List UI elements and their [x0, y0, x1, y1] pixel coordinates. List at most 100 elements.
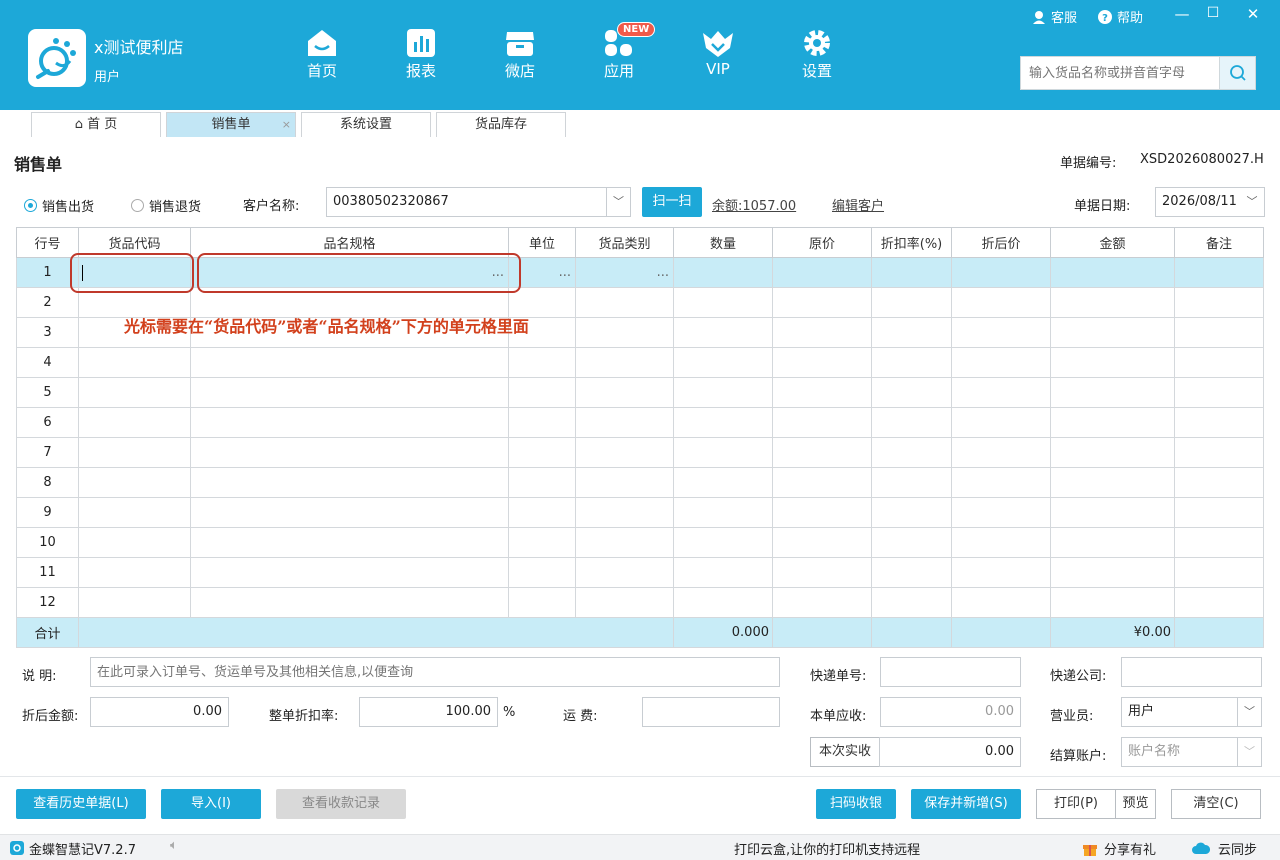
salesman-select[interactable]: 用户 ﹀ — [1121, 697, 1262, 727]
table-row[interactable]: 4 — [16, 347, 1264, 378]
date-picker[interactable]: 2026/08/11 ﹀ — [1155, 187, 1265, 217]
col-product-name-cell[interactable] — [190, 557, 509, 588]
col-product-name-cell[interactable] — [190, 437, 509, 468]
col-remark-cell[interactable] — [1174, 557, 1264, 588]
col-quantity-cell[interactable] — [673, 287, 773, 318]
col-discount-price-cell[interactable] — [951, 287, 1051, 318]
col-category-cell[interactable]: ... — [575, 257, 674, 288]
col-product-code-cell[interactable] — [78, 497, 191, 528]
chevron-down-icon[interactable]: ﹀ — [1237, 698, 1261, 726]
col-product-code-cell[interactable] — [78, 407, 191, 438]
col-category-cell[interactable] — [575, 317, 674, 348]
scan-pay-button[interactable]: 扫码收银 — [816, 789, 896, 819]
col-discount-rate-cell[interactable] — [871, 497, 952, 528]
maximize-icon[interactable]: ☐ — [1203, 5, 1223, 21]
col-amount-cell[interactable] — [1050, 287, 1175, 318]
save-new-button[interactable]: 保存并新增(S) — [911, 789, 1021, 819]
col-discount-rate-cell[interactable] — [871, 557, 952, 588]
col-price-cell[interactable] — [772, 437, 872, 468]
col-amount-cell[interactable] — [1050, 497, 1175, 528]
customer-select[interactable]: 00380502320867 ﹀ — [326, 187, 631, 217]
col-price-cell[interactable] — [772, 497, 872, 528]
col-category-cell[interactable] — [575, 557, 674, 588]
share-gift-link[interactable]: 分享有礼 — [1104, 839, 1156, 858]
tab-inventory[interactable]: 货品库存 — [436, 112, 566, 137]
col-remark-cell[interactable] — [1174, 437, 1264, 468]
table-row[interactable]: 9 — [16, 497, 1264, 528]
col-amount-header[interactable]: 金额 — [1050, 227, 1175, 258]
col-price-cell[interactable] — [772, 377, 872, 408]
radio-sale[interactable]: 销售出货 — [24, 196, 94, 215]
col-category-cell[interactable] — [575, 497, 674, 528]
speaker-icon[interactable]: 🔈︎ — [170, 838, 178, 853]
account-select[interactable]: 账户名称 ﹀ — [1121, 737, 1262, 767]
col-product-code-cell[interactable] — [78, 527, 191, 558]
col-discount-rate-cell[interactable] — [871, 377, 952, 408]
col-quantity-cell[interactable] — [673, 467, 773, 498]
col-amount-cell[interactable] — [1050, 587, 1175, 618]
col-category-header[interactable]: 货品类别 — [575, 227, 674, 258]
more-options-icon[interactable]: ... — [559, 265, 575, 280]
col-discount-rate-cell[interactable] — [871, 527, 952, 558]
col-category-cell[interactable] — [575, 527, 674, 558]
express-no-input[interactable] — [880, 657, 1021, 687]
col-discount-price-cell[interactable] — [951, 467, 1051, 498]
col-amount-cell[interactable] — [1050, 257, 1175, 288]
col-category-cell[interactable] — [575, 437, 674, 468]
col-remark-cell[interactable] — [1174, 467, 1264, 498]
col-discount-price-cell[interactable] — [951, 317, 1051, 348]
table-row[interactable]: 5 — [16, 377, 1264, 408]
minimize-icon[interactable]: — — [1172, 5, 1192, 23]
col-category-cell[interactable] — [575, 407, 674, 438]
tab-home[interactable]: ⌂ 首 页 — [31, 112, 161, 137]
col-price-cell[interactable] — [772, 347, 872, 378]
col-product-code-cell[interactable] — [78, 437, 191, 468]
table-row[interactable]: 11 — [16, 557, 1264, 588]
more-options-icon[interactable]: ... — [657, 265, 673, 280]
col-price-cell[interactable] — [772, 587, 872, 618]
table-row[interactable]: 10 — [16, 527, 1264, 558]
note-input[interactable] — [90, 657, 780, 687]
search-button[interactable] — [1219, 57, 1255, 89]
col-unit-header[interactable]: 单位 — [508, 227, 576, 258]
col-discount-rate-cell[interactable] — [871, 407, 952, 438]
chevron-down-icon[interactable]: ﹀ — [1240, 188, 1264, 216]
col-category-cell[interactable] — [575, 467, 674, 498]
col-category-cell[interactable] — [575, 347, 674, 378]
col-amount-cell[interactable] — [1050, 377, 1175, 408]
freight-input[interactable] — [642, 697, 780, 727]
col-quantity-cell[interactable] — [673, 437, 773, 468]
col-quantity-cell[interactable] — [673, 407, 773, 438]
actual-received-button[interactable]: 本次实收 — [810, 737, 880, 767]
tab-system-settings[interactable]: 系统设置 — [301, 112, 431, 137]
col-discount-rate-cell[interactable] — [871, 287, 952, 318]
col-discount-price-cell[interactable] — [951, 527, 1051, 558]
col-amount-cell[interactable] — [1050, 347, 1175, 378]
whole-discount-input[interactable]: 100.00 — [359, 697, 498, 727]
col-quantity-cell[interactable] — [673, 497, 773, 528]
col-product-name-cell[interactable] — [190, 377, 509, 408]
col-unit-cell[interactable] — [508, 557, 576, 588]
col-quantity-cell[interactable] — [673, 587, 773, 618]
col-discount-rate-header[interactable]: 折扣率(%) — [871, 227, 952, 258]
history-button[interactable]: 查看历史单据(L) — [16, 789, 146, 819]
col-unit-cell[interactable] — [508, 587, 576, 618]
col-price-cell[interactable] — [772, 287, 872, 318]
col-unit-cell[interactable] — [508, 347, 576, 378]
import-button[interactable]: 导入(I) — [161, 789, 261, 819]
col-product-code-cell[interactable] — [78, 467, 191, 498]
col-unit-cell[interactable] — [508, 527, 576, 558]
col-discount-price-cell[interactable] — [951, 437, 1051, 468]
col-quantity-cell[interactable] — [673, 557, 773, 588]
col-price-cell[interactable] — [772, 467, 872, 498]
col-quantity-cell[interactable] — [673, 377, 773, 408]
col-discount-rate-cell[interactable] — [871, 437, 952, 468]
col-amount-cell[interactable] — [1050, 557, 1175, 588]
col-discount-price-cell[interactable] — [951, 377, 1051, 408]
col-remark-cell[interactable] — [1174, 377, 1264, 408]
col-remark-cell[interactable] — [1174, 497, 1264, 528]
col-discount-rate-cell[interactable] — [871, 257, 952, 288]
scan-button[interactable]: 扫一扫 — [642, 187, 702, 217]
col-remark-cell[interactable] — [1174, 257, 1264, 288]
col-price-cell[interactable] — [772, 557, 872, 588]
